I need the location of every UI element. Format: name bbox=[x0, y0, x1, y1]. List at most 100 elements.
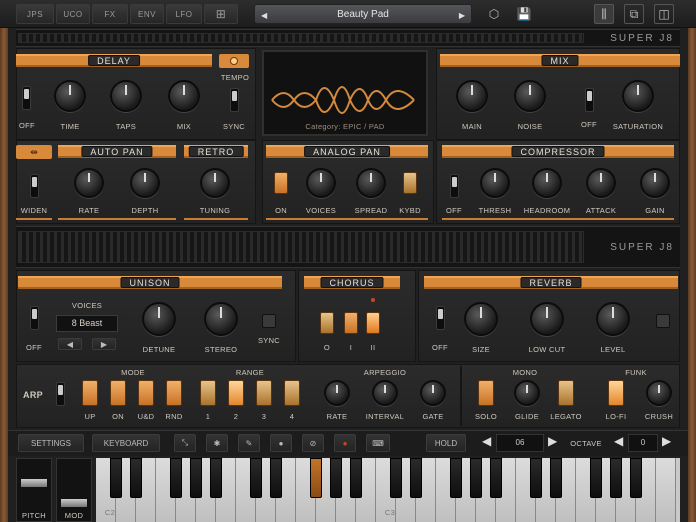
reverb-level-knob[interactable] bbox=[596, 302, 630, 336]
chorus-ii-button[interactable] bbox=[366, 312, 380, 334]
tab-env[interactable]: ENV bbox=[130, 4, 164, 24]
keyboard-layout-icon[interactable]: ⌨ bbox=[366, 434, 390, 452]
black-key[interactable] bbox=[310, 458, 322, 498]
arp-range-2-button[interactable] bbox=[228, 380, 244, 406]
reverb-off-toggle[interactable] bbox=[436, 306, 445, 330]
delay-time-knob[interactable] bbox=[54, 80, 86, 112]
autopan-depth-knob[interactable] bbox=[130, 168, 160, 198]
arp-toggle[interactable] bbox=[56, 382, 65, 406]
tempo-sync-light-button[interactable] bbox=[219, 54, 249, 68]
pencil-icon[interactable]: ✎ bbox=[238, 434, 260, 452]
analogpan-on-button[interactable] bbox=[274, 172, 288, 194]
crush-knob[interactable] bbox=[646, 380, 672, 406]
mixer-sliders-icon[interactable]: ⫼ bbox=[594, 4, 614, 24]
bluetooth-icon[interactable]: ✱ bbox=[206, 434, 228, 452]
reverb-lowcut-knob[interactable] bbox=[530, 302, 564, 336]
tab-jps[interactable]: JPS bbox=[16, 4, 54, 24]
record-icon[interactable]: ● bbox=[334, 434, 356, 452]
unison-detune-knob[interactable] bbox=[142, 302, 176, 336]
octave-up-icon[interactable]: ▶ bbox=[662, 434, 671, 448]
chorus-i-button[interactable] bbox=[344, 312, 358, 334]
preset-selector[interactable]: ◀ Beauty Pad ▶ bbox=[254, 4, 472, 24]
black-key[interactable] bbox=[490, 458, 502, 498]
black-key[interactable] bbox=[590, 458, 602, 498]
black-key[interactable] bbox=[390, 458, 402, 498]
analogpan-spread-knob[interactable] bbox=[356, 168, 386, 198]
arp-gate-knob[interactable] bbox=[420, 380, 446, 406]
save-disk-icon[interactable]: 💾 bbox=[514, 4, 534, 24]
value-prev-icon[interactable]: ◀ bbox=[482, 434, 491, 448]
black-key[interactable] bbox=[210, 458, 222, 498]
voices-value-display[interactable]: 8 Beast bbox=[56, 315, 118, 332]
black-key[interactable] bbox=[630, 458, 642, 498]
arp-range-3-button[interactable] bbox=[256, 380, 272, 406]
preset-prev-icon[interactable]: ◀ bbox=[261, 11, 267, 20]
hold-button[interactable]: HOLD bbox=[426, 434, 466, 452]
black-key[interactable] bbox=[270, 458, 282, 498]
value-next-icon[interactable]: ▶ bbox=[548, 434, 557, 448]
unison-off-toggle[interactable] bbox=[30, 306, 39, 330]
widen-toggle[interactable] bbox=[30, 174, 39, 198]
compressor-thresh-knob[interactable] bbox=[480, 168, 510, 198]
white-key[interactable] bbox=[656, 458, 676, 522]
autopan-rate-knob[interactable] bbox=[74, 168, 104, 198]
tab-fx[interactable]: FX bbox=[92, 4, 128, 24]
unison-sync-button[interactable] bbox=[262, 314, 276, 328]
octave-down-icon[interactable]: ◀ bbox=[614, 434, 623, 448]
black-key[interactable] bbox=[190, 458, 202, 498]
chorus-off-button[interactable] bbox=[320, 312, 334, 334]
preset-next-icon[interactable]: ▶ bbox=[459, 11, 465, 20]
tab-uco[interactable]: UCO bbox=[56, 4, 90, 24]
mix-main-knob[interactable] bbox=[456, 80, 488, 112]
sequencer-grid-icon[interactable]: ⊞ bbox=[204, 4, 238, 24]
black-key[interactable] bbox=[470, 458, 482, 498]
record-dot-icon[interactable]: ● bbox=[270, 434, 292, 452]
arp-range-4-button[interactable] bbox=[284, 380, 300, 406]
black-key[interactable] bbox=[410, 458, 422, 498]
black-key[interactable] bbox=[610, 458, 622, 498]
panel-layout-icon[interactable]: ◫ bbox=[654, 4, 674, 24]
arp-interval-knob[interactable] bbox=[372, 380, 398, 406]
delay-sync-toggle[interactable] bbox=[230, 88, 239, 112]
arp-range-1-button[interactable] bbox=[200, 380, 216, 406]
black-key[interactable] bbox=[350, 458, 362, 498]
panic-stop-icon[interactable]: ⊘ bbox=[302, 434, 324, 452]
black-key[interactable] bbox=[330, 458, 342, 498]
glide-knob[interactable] bbox=[514, 380, 540, 406]
black-key[interactable] bbox=[250, 458, 262, 498]
arp-ud-button[interactable] bbox=[138, 380, 154, 406]
randomize-dice-icon[interactable]: ⬡ bbox=[484, 4, 504, 24]
black-key[interactable] bbox=[530, 458, 542, 498]
settings-button[interactable]: SETTINGS bbox=[18, 434, 84, 452]
mix-noise-knob[interactable] bbox=[514, 80, 546, 112]
voices-prev-icon[interactable]: ◀ bbox=[58, 338, 82, 350]
lofi-button[interactable] bbox=[608, 380, 624, 406]
reverb-option-button[interactable] bbox=[656, 314, 670, 328]
keyboard-button[interactable]: KEYBOARD bbox=[92, 434, 160, 452]
black-key[interactable] bbox=[130, 458, 142, 498]
delay-off-toggle[interactable] bbox=[22, 86, 31, 110]
retro-tuning-knob[interactable] bbox=[200, 168, 230, 198]
compressor-gain-knob[interactable] bbox=[640, 168, 670, 198]
black-key[interactable] bbox=[450, 458, 462, 498]
black-key[interactable] bbox=[110, 458, 122, 498]
compressor-attack-knob[interactable] bbox=[586, 168, 616, 198]
unison-stereo-knob[interactable] bbox=[204, 302, 238, 336]
solo-button[interactable] bbox=[478, 380, 494, 406]
arp-on-button[interactable] bbox=[110, 380, 126, 406]
arp-rnd-button[interactable] bbox=[166, 380, 182, 406]
autopan-mode-button[interactable]: ⇹ bbox=[16, 145, 52, 159]
compressor-headroom-knob[interactable] bbox=[532, 168, 562, 198]
resize-icon[interactable]: ⤡ bbox=[174, 434, 196, 452]
arp-up-button[interactable] bbox=[82, 380, 98, 406]
arp-rate-knob[interactable] bbox=[324, 380, 350, 406]
legato-button[interactable] bbox=[558, 380, 574, 406]
mix-off-toggle[interactable] bbox=[585, 88, 594, 112]
analogpan-kybd-button[interactable] bbox=[403, 172, 417, 194]
black-key[interactable] bbox=[550, 458, 562, 498]
saturation-knob[interactable] bbox=[622, 80, 654, 112]
reverb-size-knob[interactable] bbox=[464, 302, 498, 336]
tab-lfo[interactable]: LFO bbox=[166, 4, 202, 24]
black-key[interactable] bbox=[170, 458, 182, 498]
audio-export-icon[interactable]: ⧉ bbox=[624, 4, 644, 24]
